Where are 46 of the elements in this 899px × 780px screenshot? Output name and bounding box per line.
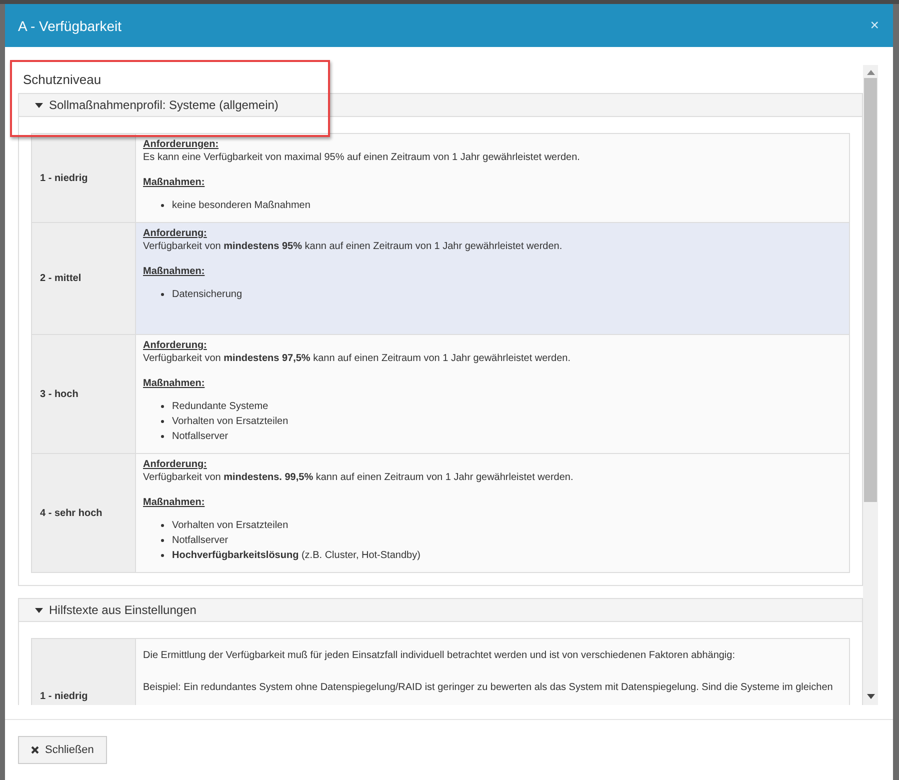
measures-label: Maßnahmen:: [143, 496, 206, 509]
bullet-icon: [161, 293, 164, 296]
level-cell: 4 - sehr hoch: [32, 454, 136, 572]
level-cell: 3 - hoch: [32, 335, 136, 453]
bullet-icon: [161, 420, 164, 423]
measure-item: Datensicherung: [172, 288, 242, 302]
scroll-down-icon[interactable]: [866, 694, 874, 699]
scroll-up-icon[interactable]: [866, 70, 874, 75]
measure-item: Vorhalten von Ersatzteilen: [172, 519, 288, 533]
requirement-text: Verfügbarkeit von mindestens. 99,5% kann auf einen Zeitraum von 1 Jahr gewährleistet werden.: [143, 471, 574, 485]
bullet-icon: [161, 204, 164, 207]
bullet-icon: [161, 435, 164, 438]
section-heading: Schutzniveau: [22, 71, 102, 89]
bullet-icon: [161, 539, 164, 542]
measure-item: Notfallserver: [172, 534, 228, 548]
close-icon: [31, 746, 39, 754]
level-cell: 1 - niedrig: [32, 134, 136, 222]
requirement-label: Anforderungen:: [143, 138, 220, 151]
level-cell: 1 - niedrig: [32, 639, 136, 705]
requirement-label: Anforderung:: [143, 339, 208, 352]
scrollbar[interactable]: [863, 65, 878, 705]
measure-item: Notfallserver: [172, 430, 228, 444]
bullet-icon: [161, 405, 164, 408]
bullet-icon: [161, 524, 164, 527]
level-cell: 2 - mittel: [32, 223, 136, 334]
help-paragraph: Die Ermittlung der Verfügbarkeit muß für jeden Einsatzfall individuell betrachtet werden und ist von verschiedenen Faktoren abhängig:: [143, 649, 736, 663]
bullet-icon: [161, 554, 164, 557]
panel-header[interactable]: Sollmaßnahmenprofil: Systeme (allgemein): [19, 94, 862, 117]
caret-icon: [35, 608, 43, 612]
requirement-label: Anforderung:: [143, 227, 208, 240]
requirement-text: Verfügbarkeit von mindestens 97,5% kann auf einen Zeitraum von 1 Jahr gewährleistet werden.: [143, 352, 572, 366]
measure-item: Vorhalten von Ersatzteilen: [172, 415, 288, 429]
measure-item: Redundante Systeme: [172, 400, 268, 414]
measure-item: keine besonderen Maßnahmen: [172, 199, 310, 213]
measure-item: Hochverfügbarkeitslösung (z.B. Cluster, Hot-Standby): [172, 549, 420, 563]
caret-icon: [35, 102, 43, 108]
measures-label: Maßnahmen:: [143, 176, 206, 189]
panel-header[interactable]: Hilfstexte aus Einstellungen: [19, 599, 862, 622]
dialog-title: A - Verfügbarkeit: [18, 18, 122, 34]
measures-label: Maßnahmen:: [143, 265, 206, 278]
requirement-text: Verfügbarkeit von mindestens 95% kann auf einen Zeitraum von 1 Jahr gewährleistet werden.: [143, 240, 564, 254]
requirement-text: Es kann eine Verfügbarkeit von maximal 95% auf einen Zeitraum von 1 Jahr gewährleistet werden.: [143, 151, 581, 165]
requirement-label: Anforderung:: [143, 458, 208, 471]
help-paragraph: Beispiel: Ein redundantes System ohne Datenspiegelung/RAID ist geringer zu bewerten als das System mit Datenspiegelung. Sind die Systeme im gleichen: [143, 681, 834, 695]
measures-label: Maßnahmen:: [143, 377, 206, 390]
close-dialog-button[interactable]: Schließen: [18, 736, 107, 764]
